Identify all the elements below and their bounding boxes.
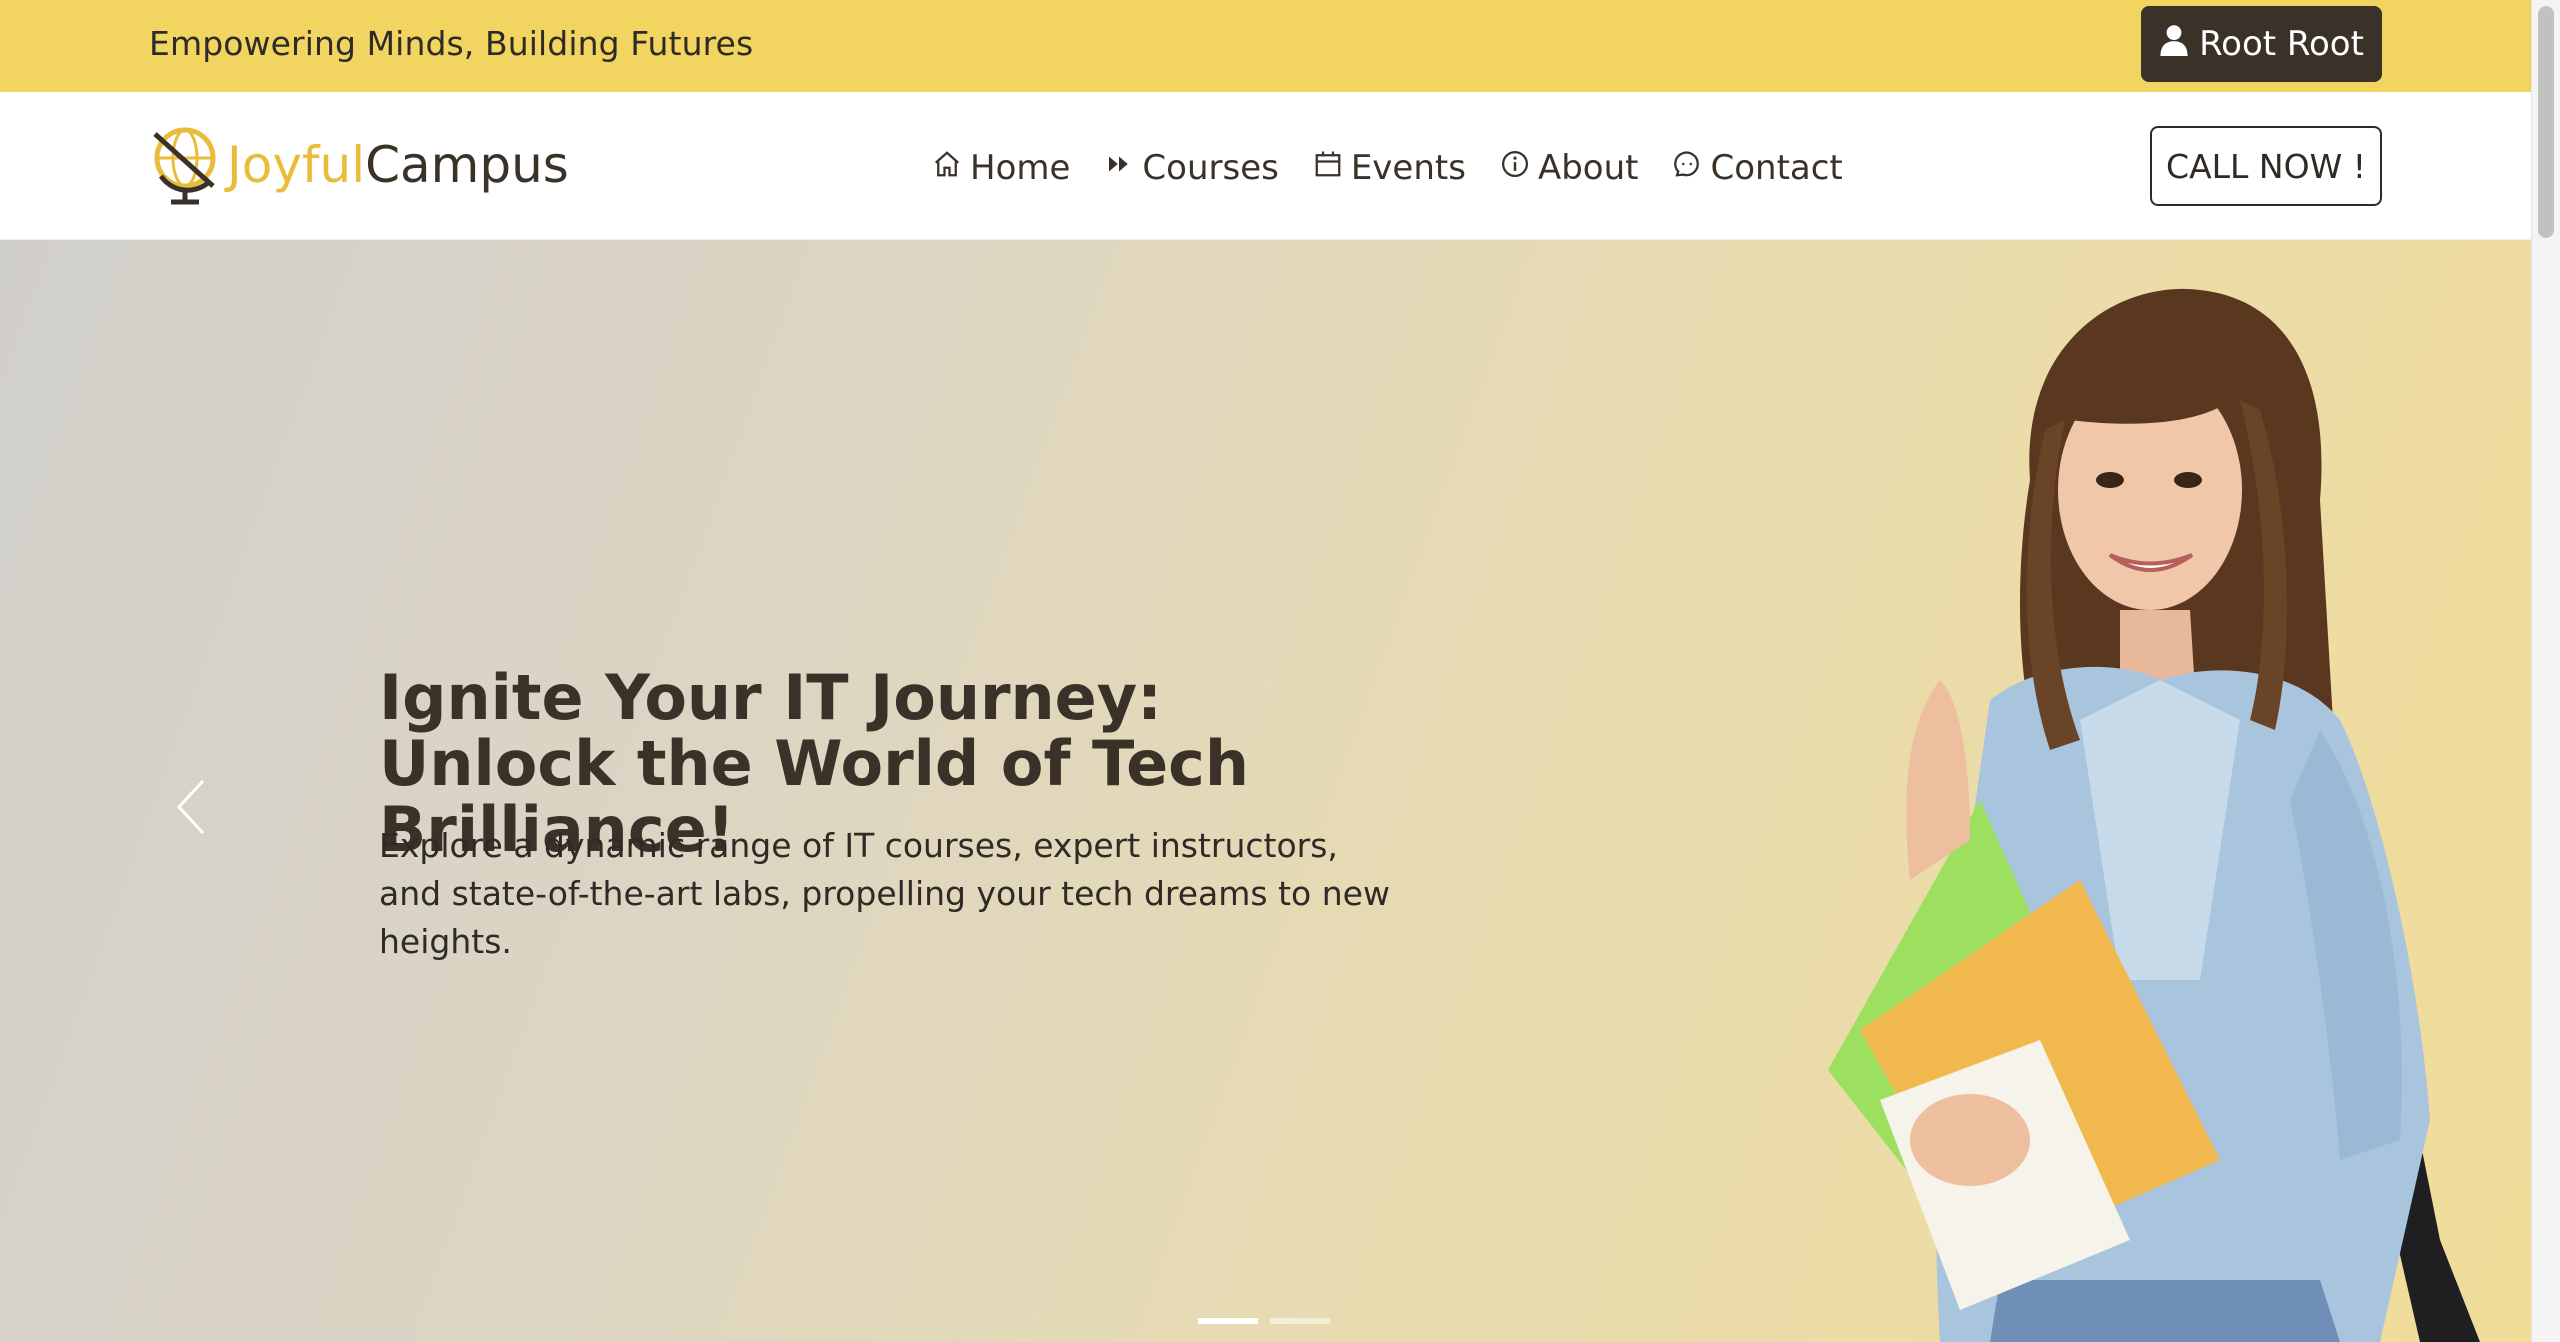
nav-item-events[interactable]: Events — [1313, 148, 1466, 188]
home-icon — [932, 148, 962, 188]
logo-text-joyful: Joyful — [227, 136, 366, 194]
carousel-indicator-2[interactable] — [1270, 1318, 1330, 1324]
nav-item-label: Courses — [1142, 148, 1279, 188]
page-scrollbar[interactable] — [2531, 0, 2560, 1342]
globe-logo-icon — [149, 120, 221, 210]
nav-item-about[interactable]: About — [1500, 148, 1639, 188]
hero-carousel: Ignite Your IT Journey: Unlock the World… — [0, 240, 2531, 1342]
nav-item-label: About — [1537, 148, 1639, 188]
carousel-indicator-1[interactable] — [1198, 1318, 1258, 1324]
nav-item-label: Home — [970, 148, 1071, 188]
student-hero-image — [1820, 280, 2500, 1342]
scrollbar-thumb[interactable] — [2538, 6, 2554, 238]
main-navbar: JoyfulCampus Home Courses Events About C… — [0, 92, 2531, 240]
carousel-prev-button[interactable] — [165, 774, 215, 844]
logo-text: JoyfulCampus — [227, 136, 569, 194]
info-icon — [1500, 148, 1530, 188]
nav-item-contact[interactable]: Contact — [1672, 148, 1843, 188]
tagline: Empowering Minds, Building Futures — [149, 24, 754, 63]
nav-item-home[interactable]: Home — [932, 148, 1070, 188]
user-icon — [2159, 24, 2189, 65]
calendar-icon — [1313, 148, 1343, 188]
chat-icon — [1672, 148, 1702, 188]
call-now-button[interactable]: CALL NOW ! — [2150, 126, 2382, 206]
chevron-left-icon — [173, 777, 207, 841]
nav-item-courses[interactable]: Courses — [1104, 148, 1279, 188]
carousel-indicators — [1198, 1318, 1330, 1324]
top-bar: Empowering Minds, Building Futures Root … — [0, 0, 2531, 92]
user-account-button[interactable]: Root Root — [2141, 6, 2382, 82]
nav-item-label: Events — [1350, 148, 1466, 188]
user-name: Root Root — [2199, 24, 2364, 64]
hero-text: Explore a dynamic range of IT courses, e… — [379, 826, 1390, 961]
logo-text-campus: Campus — [365, 136, 569, 194]
logo[interactable]: JoyfulCampus — [149, 120, 569, 210]
nav-menu: Home Courses Events About Contact — [932, 144, 1877, 192]
fast-forward-icon — [1104, 148, 1134, 188]
nav-item-label: Contact — [1710, 148, 1843, 188]
page: Empowering Minds, Building Futures Root … — [0, 0, 2560, 1342]
